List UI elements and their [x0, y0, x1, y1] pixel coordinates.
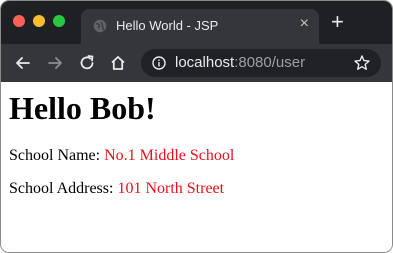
browser-toolbar: localhost:8080/user	[1, 44, 392, 82]
school-name-row: School Name: No.1 Middle School	[9, 147, 234, 165]
url-host: localhost	[175, 54, 235, 71]
title-bar: Hello World - JSP × +	[1, 1, 392, 44]
school-address-row: School Address: 101 North Street	[9, 180, 224, 198]
school-name-label: School Name:	[9, 147, 105, 164]
home-icon[interactable]	[108, 53, 128, 73]
page-content: Hello Bob! School Name: No.1 Middle Scho…	[1, 82, 392, 252]
page-heading: Hello Bob!	[9, 90, 156, 126]
school-address-label: School Address:	[9, 180, 118, 197]
minimize-window-button[interactable]	[33, 15, 45, 27]
school-address-value: 101 North Street	[117, 180, 225, 197]
info-icon[interactable]	[152, 56, 166, 70]
reload-icon[interactable]	[77, 53, 97, 73]
back-arrow-icon[interactable]	[13, 53, 33, 73]
address-url: localhost:8080/user	[175, 54, 305, 71]
url-path: :8080/user	[234, 54, 306, 71]
tab-title: Hello World - JSP	[116, 18, 219, 33]
globe-icon	[93, 19, 107, 33]
school-name-value: No.1 Middle School	[104, 147, 235, 164]
zoom-window-button[interactable]	[53, 15, 65, 27]
browser-tab[interactable]: Hello World - JSP ×	[81, 9, 319, 44]
bookmark-star-icon[interactable]	[353, 54, 371, 72]
tab-close-icon[interactable]: ×	[300, 16, 309, 32]
close-window-button[interactable]	[13, 15, 25, 27]
address-bar[interactable]: localhost:8080/user	[141, 49, 381, 77]
browser-window: Hello World - JSP × + localhost:8080/use…	[0, 0, 393, 253]
forward-arrow-icon[interactable]	[45, 53, 65, 73]
new-tab-button[interactable]: +	[331, 11, 344, 33]
